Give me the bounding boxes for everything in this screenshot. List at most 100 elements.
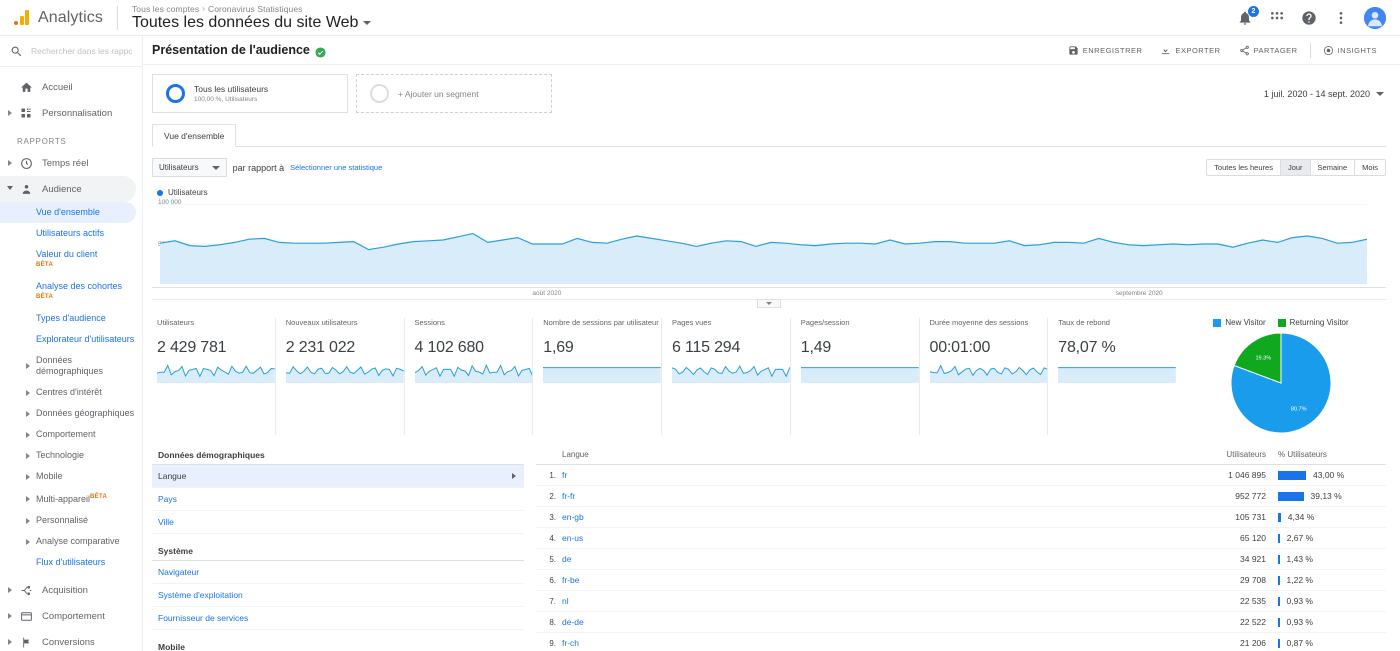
- help-icon[interactable]: [1300, 9, 1318, 27]
- sidebar-item-acquisition[interactable]: Acquisition: [0, 577, 142, 603]
- date-range-selector[interactable]: 1 juil. 2020 - 14 sept. 2020: [1264, 89, 1386, 99]
- row-language[interactable]: fr-be: [556, 575, 1156, 585]
- beta-badge: BÊTA: [36, 262, 54, 268]
- table-row[interactable]: 2. fr-fr 952 772 39,13 %: [536, 486, 1386, 507]
- table-row[interactable]: 6. fr-be 29 708 1,22 %: [536, 570, 1386, 591]
- users-line-chart[interactable]: 100 000 50 000: [152, 199, 1386, 287]
- collapse-chart-button[interactable]: [757, 299, 781, 308]
- row-language[interactable]: nl: [556, 596, 1156, 606]
- bell-icon[interactable]: 2: [1236, 5, 1259, 27]
- table-row[interactable]: 3. en-gb 105 731 4,34 %: [536, 507, 1386, 528]
- chevron-down-icon: [363, 20, 372, 25]
- sidebar-item-temps-reel[interactable]: Temps réel: [0, 150, 142, 176]
- metric-tile-1[interactable]: Nouveaux utilisateurs 2 231 022: [274, 318, 404, 435]
- sidebar-subitem-6[interactable]: Données démographiques: [0, 350, 142, 382]
- sidebar-subitem-3[interactable]: Analyse des cohortes BÊTA: [0, 276, 142, 308]
- sidebar-subitem-1[interactable]: Utilisateurs actifs: [0, 223, 142, 244]
- sidebar-subitem-13[interactable]: Personnalisé: [0, 510, 142, 531]
- chevron-right-icon[interactable]: [4, 110, 16, 116]
- sidebar-subitem-10[interactable]: Technologie: [0, 445, 142, 466]
- breadcrumb-account[interactable]: Tous les comptes: [132, 4, 199, 14]
- report-header: Présentation de l'audience ENREGISTRER E…: [143, 36, 1400, 65]
- sidebar-subitem-15[interactable]: Flux d'utilisateurs: [0, 552, 142, 573]
- row-language[interactable]: de: [556, 554, 1156, 564]
- granularity-2[interactable]: Semaine: [1310, 160, 1356, 175]
- sidebar-subitem-12[interactable]: Multi-appareilBÊTA: [0, 487, 142, 510]
- chevron-right-icon[interactable]: [4, 613, 16, 619]
- dimension-row-0-1[interactable]: Pays: [152, 488, 524, 511]
- table-row[interactable]: 1. fr 1 046 895 43,00 %: [536, 465, 1386, 486]
- view-selector[interactable]: Toutes les données du site Web: [132, 14, 372, 32]
- table-row[interactable]: 4. en-us 65 120 2,67 %: [536, 528, 1386, 549]
- table-row[interactable]: 8. de-de 22 522 0,93 %: [536, 612, 1386, 633]
- sidebar-subitem-14[interactable]: Analyse comparative: [0, 531, 142, 552]
- row-language[interactable]: fr: [556, 470, 1156, 480]
- apps-grid-icon[interactable]: [1268, 9, 1286, 27]
- tab-vue-densemble[interactable]: Vue d'ensemble: [152, 124, 237, 147]
- sidebar-item-conversions[interactable]: Conversions: [0, 629, 142, 651]
- metric-label: Pages/session: [800, 318, 850, 327]
- breadcrumb[interactable]: Tous les comptes › Coronavirus Statistiq…: [132, 4, 372, 32]
- avatar[interactable]: [1364, 6, 1386, 29]
- search-input[interactable]: [31, 46, 132, 56]
- row-pct-cell: 1,22 %: [1266, 575, 1386, 585]
- chevron-down-icon[interactable]: [4, 185, 16, 193]
- select-metric-link[interactable]: Sélectionner une statistique: [290, 163, 382, 172]
- metric-tile-6[interactable]: Durée moyenne des sessions 00:01:00: [918, 318, 1048, 435]
- sidebar-subitem-11[interactable]: Mobile: [0, 466, 142, 487]
- sidebar-subitem-7[interactable]: Centres d'intérêt: [0, 382, 142, 403]
- dimension-row-0-2[interactable]: Ville: [152, 511, 524, 534]
- dimension-row-1-2[interactable]: Fournisseur de services: [152, 607, 524, 630]
- insights-button[interactable]: INSIGHTS: [1314, 45, 1386, 56]
- legend-swatch-icon: [157, 189, 163, 196]
- granularity-1[interactable]: Jour: [1280, 160, 1311, 175]
- metric-tile-0[interactable]: Utilisateurs 2 429 781: [152, 318, 275, 435]
- breadcrumb-property[interactable]: Coronavirus Statistiques: [208, 4, 303, 14]
- sidebar-item-personnalisation[interactable]: Personnalisation: [0, 100, 142, 126]
- granularity-0[interactable]: Toutes les heures: [1207, 160, 1281, 175]
- sidebar-item-accueil[interactable]: Accueil: [0, 74, 142, 100]
- sidebar-subitem-0[interactable]: Vue d'ensemble: [0, 202, 136, 223]
- metric-tile-2[interactable]: Sessions 4 102 680: [403, 318, 533, 435]
- chevron-right-icon[interactable]: [4, 587, 16, 593]
- search-row[interactable]: [0, 36, 142, 67]
- export-button[interactable]: EXPORTER: [1151, 45, 1229, 56]
- metric-tile-7[interactable]: Taux de rebond 78,07 %: [1047, 318, 1176, 435]
- more-vert-icon[interactable]: [1332, 9, 1350, 27]
- row-language[interactable]: en-gb: [556, 512, 1156, 522]
- row-language[interactable]: fr-ch: [556, 638, 1156, 648]
- dimension-row-1-1[interactable]: Système d'exploitation: [152, 584, 524, 607]
- sidebar-subitem-4[interactable]: Types d'audience: [0, 308, 142, 329]
- sidebar-subitem-5[interactable]: Explorateur d'utilisateurs: [0, 329, 142, 350]
- sidebar-item-audience[interactable]: Audience: [0, 176, 136, 202]
- share-button[interactable]: PARTAGER: [1230, 45, 1307, 56]
- row-language[interactable]: fr-fr: [556, 491, 1156, 501]
- add-segment-button[interactable]: + Ajouter un segment: [356, 74, 552, 113]
- dimension-row-0-0[interactable]: Langue: [152, 465, 524, 488]
- table-row[interactable]: 7. nl 22 535 0,93 %: [536, 591, 1386, 612]
- save-button[interactable]: ENREGISTRER: [1059, 45, 1152, 56]
- chevron-right-icon[interactable]: [4, 160, 16, 166]
- row-rank: 1.: [549, 470, 556, 480]
- metric-select[interactable]: Utilisateurs: [152, 158, 227, 177]
- metric-tile-3[interactable]: Nombre de sessions par utilisateur 1,69: [532, 318, 661, 435]
- notification-badge: 2: [1248, 5, 1259, 17]
- row-pct-bar: [1278, 554, 1280, 564]
- metric-tile-5[interactable]: Pages/session 1,49: [789, 318, 919, 435]
- dimension-group-title: Données démographiques: [152, 447, 524, 465]
- visitor-type-pie-chart[interactable]: New Visitor Returning Visitor 80.7% 19.3%: [1176, 318, 1386, 435]
- table-row[interactable]: 9. fr-ch 21 206 0,87 %: [536, 633, 1386, 651]
- sidebar-subitem-8[interactable]: Données géographiques: [0, 403, 142, 424]
- sidebar-item-comportement[interactable]: Comportement: [0, 603, 142, 629]
- sidebar-subitem-2[interactable]: Valeur du client BÊTA: [0, 244, 142, 276]
- segment-all-users[interactable]: Tous les utilisateurs 100,00 %, Utilisat…: [152, 74, 348, 113]
- dimension-row-1-0[interactable]: Navigateur: [152, 561, 524, 584]
- table-row[interactable]: 5. de 34 921 1,43 %: [536, 549, 1386, 570]
- row-language[interactable]: en-us: [556, 533, 1156, 543]
- chevron-right-icon[interactable]: [4, 639, 16, 645]
- granularity-3[interactable]: Mois: [1355, 160, 1385, 175]
- row-language[interactable]: de-de: [556, 617, 1156, 627]
- sidebar-subitem-9[interactable]: Comportement: [0, 424, 142, 445]
- share-button-label: PARTAGER: [1253, 45, 1298, 55]
- metric-tile-4[interactable]: Pages vues 6 115 294: [661, 318, 790, 435]
